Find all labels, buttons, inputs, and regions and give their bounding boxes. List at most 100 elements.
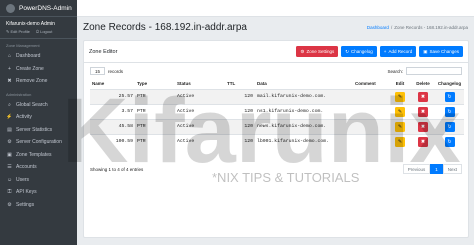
sidebar-item-accounts[interactable]: ☰ Accounts: [0, 161, 77, 174]
plus-icon: +: [8, 65, 11, 72]
cell-action: ↻: [435, 103, 464, 119]
pagination-previous[interactable]: Previous: [402, 164, 431, 174]
column-header-type[interactable]: Type: [135, 79, 175, 90]
cell-comment: [353, 88, 389, 104]
edit-profile-link[interactable]: ✎ Edit Profile: [6, 29, 30, 34]
cell-action: ✖: [411, 103, 435, 119]
column-header-status[interactable]: Status: [175, 79, 225, 90]
save-changes-button[interactable]: ▣ Save Changes: [419, 46, 463, 57]
brand[interactable]: PowerDNS-Admin: [0, 0, 77, 17]
gear-icon: ⚙: [300, 48, 305, 54]
trash-icon: ✖: [420, 108, 426, 115]
sidebar-item-dashboard[interactable]: ⌂ Dashboard: [0, 50, 77, 63]
add-record-button[interactable]: + Add Record: [379, 46, 417, 57]
zone-settings-button[interactable]: ⚙ Zone Settings: [296, 46, 339, 57]
edit-record-button[interactable]: ✎: [395, 91, 405, 102]
user-name[interactable]: Kifarunix-demo Admin: [6, 21, 71, 27]
record-changelog-button[interactable]: ↻: [444, 136, 455, 147]
sidebar-item-label: Zone Templates: [16, 151, 52, 158]
breadcrumb-dashboard[interactable]: Dashboard: [367, 25, 389, 30]
sidebar: PowerDNS-Admin Kifarunix-demo Admin ✎ Ed…: [0, 0, 77, 245]
sidebar-item-remove-zone[interactable]: ✖ Remove Zone: [0, 75, 77, 88]
table-info: Showing 1 to 4 of 4 entries: [90, 166, 144, 172]
column-header-delete[interactable]: Delete: [411, 79, 435, 90]
cell-status: Active: [175, 133, 225, 149]
cell-name: 3.57: [90, 103, 135, 119]
template-icon: ▣: [7, 151, 12, 158]
sidebar-item-label: Remove Zone: [16, 78, 48, 85]
sidebar-item-label: Server Configuration: [16, 139, 62, 146]
sidebar-item-label: Global Search: [16, 101, 48, 108]
history-icon: ↻: [447, 138, 452, 145]
edit-record-button[interactable]: ✎: [395, 121, 405, 132]
record-changelog-button[interactable]: ↻: [444, 121, 455, 132]
edit-record-button[interactable]: ✎: [395, 106, 405, 117]
search-input[interactable]: [406, 67, 462, 75]
gear-icon: ⚙: [7, 139, 12, 146]
delete-record-button[interactable]: ✖: [418, 136, 428, 147]
user-panel: Kifarunix-demo Admin ✎ Edit Profile ⏻ Lo…: [0, 17, 77, 39]
breadcrumb: Dashboard / Zone Records - 168.192.in-ad…: [367, 25, 468, 30]
cell-action: ✎: [389, 88, 411, 104]
pagination-next[interactable]: Next: [442, 164, 462, 174]
column-header-ttl[interactable]: TTL: [225, 79, 255, 90]
sidebar-item-label: Accounts: [16, 164, 37, 171]
column-header-changelog[interactable]: Changelog: [435, 79, 464, 90]
sidebar-item-server-configuration[interactable]: ⚙ Server Configuration: [0, 136, 77, 149]
nav-header-admin: Administration: [6, 91, 32, 97]
cell-ttl: 120: [225, 103, 255, 119]
column-header-edit[interactable]: Edit: [389, 79, 411, 90]
cell-comment: [353, 118, 389, 134]
pagination-page-1[interactable]: 1: [430, 164, 443, 174]
sidebar-item-label: API Keys: [16, 189, 37, 196]
cell-type: PTR: [135, 133, 175, 149]
column-header-name[interactable]: Name: [90, 79, 135, 90]
trash-icon: ✖: [420, 138, 426, 145]
records-per-page-select[interactable]: 15: [90, 67, 105, 75]
sidebar-item-activity[interactable]: ⚡ Activity: [0, 111, 77, 124]
cell-name: 25.57: [90, 88, 135, 104]
nav-header-zone: Zone Management: [6, 43, 40, 48]
trash-icon: ✖: [420, 93, 426, 100]
trash-icon: ✖: [7, 78, 12, 85]
delete-record-button[interactable]: ✖: [418, 121, 428, 132]
cell-name: 100.59: [90, 133, 135, 149]
sidebar-item-label: Server Statistics: [16, 126, 53, 133]
top-navbar: [77, 0, 474, 17]
cell-type: PTR: [135, 88, 175, 104]
cell-status: Active: [175, 103, 225, 119]
cell-data: ns1.kifarunix-demo.com.: [255, 103, 353, 119]
sidebar-item-settings[interactable]: ⚙ Settings: [0, 199, 77, 212]
dashboard-icon: ⌂: [7, 53, 12, 60]
history-icon: ↻: [345, 48, 350, 54]
sidebar-item-server-statistics[interactable]: ▤ Server Statistics: [0, 124, 77, 137]
cell-type: PTR: [135, 118, 175, 134]
delete-record-button[interactable]: ✖: [418, 106, 428, 117]
search-label: Search:: [387, 68, 403, 74]
cell-data: news.kifarunix-demo.com.: [255, 118, 353, 134]
sidebar-item-label: Dashboard: [16, 53, 41, 60]
sidebar-item-users[interactable]: ☺ Users: [0, 174, 77, 187]
record-changelog-button[interactable]: ↻: [444, 91, 455, 102]
record-changelog-button[interactable]: ↻: [444, 106, 455, 117]
sidebar-item-create-zone[interactable]: + Create Zone: [0, 63, 77, 76]
cell-action: ✎: [389, 118, 411, 134]
logout-link[interactable]: ⏻ Logout: [36, 29, 53, 34]
cell-data: lb001.kifarunix-demo.com.: [255, 133, 353, 149]
settings-icon: ⚙: [7, 201, 12, 208]
delete-record-button[interactable]: ✖: [418, 91, 428, 102]
sidebar-item-global-search[interactable]: ⌕ Global Search: [0, 99, 77, 112]
column-header-comment[interactable]: Comment: [353, 79, 389, 90]
cell-type: PTR: [135, 103, 175, 119]
cell-ttl: 120: [225, 118, 255, 134]
edit-icon: ✎: [397, 108, 403, 115]
column-header-data[interactable]: Data: [255, 79, 353, 90]
users-icon: ☺: [6, 176, 13, 183]
sidebar-item-zone-templates[interactable]: ▣ Zone Templates: [0, 149, 77, 162]
edit-record-button[interactable]: ✎: [395, 136, 405, 147]
save-icon: ▣: [423, 48, 428, 54]
sidebar-item-api-keys[interactable]: ⚿ API Keys: [0, 186, 77, 199]
changelog-button[interactable]: ↻ Changelog: [341, 46, 377, 57]
history-icon: ↻: [447, 123, 452, 130]
brand-name: PowerDNS-Admin: [19, 4, 72, 12]
